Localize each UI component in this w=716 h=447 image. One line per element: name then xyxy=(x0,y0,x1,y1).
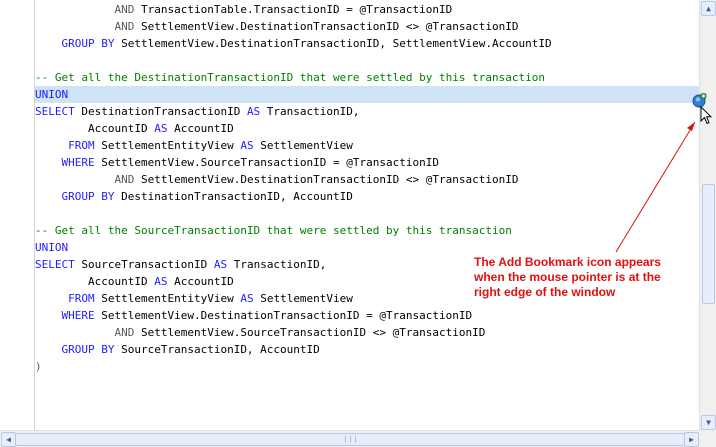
code-token: DestinationTransactionID, AccountID xyxy=(114,190,353,203)
code-line[interactable]: GROUP BY DestinationTransactionID, Accou… xyxy=(35,188,700,205)
code-token: ) xyxy=(35,360,42,373)
code-token: AS xyxy=(246,105,261,118)
code-editor[interactable]: AND TransactionTable.TransactionID = @Tr… xyxy=(0,0,716,447)
code-line[interactable]: AccountID AS AccountID xyxy=(35,120,700,137)
mouse-pointer-icon xyxy=(700,106,712,125)
horizontal-scrollbar[interactable]: ◀ ||| ▶ xyxy=(0,430,700,447)
scroll-down-button[interactable]: ▼ xyxy=(701,415,716,430)
code-token: SettlementView xyxy=(253,139,353,152)
code-token: GROUP BY xyxy=(61,37,115,50)
code-token: SettlementEntityView xyxy=(94,292,241,305)
code-line[interactable]: UNION xyxy=(35,239,700,256)
code-token: SELECT xyxy=(35,258,75,271)
code-token: SettlementView.SourceTransactionID <> @T… xyxy=(134,326,486,339)
code-token: FROM xyxy=(68,139,95,152)
code-token: AS xyxy=(240,292,254,305)
code-token: SettlementView.DestinationTransactionID … xyxy=(134,173,519,186)
code-line[interactable]: AND SettlementView.SourceTransactionID <… xyxy=(35,324,700,341)
code-line[interactable]: AND TransactionTable.TransactionID = @Tr… xyxy=(35,1,700,18)
code-token: UNION xyxy=(35,241,69,254)
code-token: UNION xyxy=(35,88,69,101)
code-line[interactable]: WHERE SettlementView.DestinationTransact… xyxy=(35,307,700,324)
code-token: SettlementEntityView xyxy=(94,139,241,152)
callout-line-2: when the mouse pointer is at the xyxy=(474,270,661,284)
code-line[interactable]: FROM SettlementEntityView AS SettlementV… xyxy=(35,137,700,154)
code-line[interactable]: AND SettlementView.DestinationTransactio… xyxy=(35,171,700,188)
code-line[interactable]: AND SettlementView.DestinationTransactio… xyxy=(35,18,700,35)
code-token: SELECT xyxy=(35,105,75,118)
code-token: SettlementView.DestinationTransactionID … xyxy=(94,309,473,322)
code-token: AS xyxy=(154,275,168,288)
code-token: AND xyxy=(114,20,135,33)
code-token: DestinationTransactionID xyxy=(74,105,247,118)
code-line[interactable]: UNION xyxy=(35,86,700,103)
code-token: AND xyxy=(114,173,135,186)
horizontal-scroll-thumb[interactable]: ||| xyxy=(15,433,687,446)
code-token: TransactionID, xyxy=(260,105,360,118)
code-token: AccountID xyxy=(167,122,234,135)
vertical-scroll-thumb[interactable] xyxy=(702,184,715,304)
code-token: GROUP BY xyxy=(61,343,115,356)
vertical-scrollbar[interactable]: ▲ ▼ xyxy=(699,0,716,431)
code-token: -- Get all the SourceTransactionID that … xyxy=(35,224,512,237)
code-line[interactable]: GROUP BY SettlementView.DestinationTrans… xyxy=(35,35,700,52)
code-line[interactable]: -- Get all the SourceTransactionID that … xyxy=(35,222,700,239)
code-line[interactable]: GROUP BY SourceTransactionID, AccountID xyxy=(35,341,700,358)
code-token: AND xyxy=(114,326,135,339)
code-token: FROM xyxy=(68,292,95,305)
code-token: SourceTransactionID, AccountID xyxy=(114,343,320,356)
annotation-callout: The Add Bookmark icon appears when the m… xyxy=(474,255,694,300)
code-token: AS xyxy=(213,258,228,271)
code-token: -- Get all the DestinationTransactionID … xyxy=(35,71,545,84)
code-token: AccountID xyxy=(167,275,234,288)
code-token: SettlementView.DestinationTransactionID … xyxy=(134,20,519,33)
callout-line-3: right edge of the window xyxy=(474,285,616,299)
code-token: TransactionID, xyxy=(227,258,327,271)
code-line[interactable]: WHERE SettlementView.SourceTransactionID… xyxy=(35,154,700,171)
code-line[interactable] xyxy=(35,205,700,222)
code-line[interactable] xyxy=(35,52,700,69)
code-area[interactable]: AND TransactionTable.TransactionID = @Tr… xyxy=(35,0,700,431)
callout-line-1: The Add Bookmark icon appears xyxy=(474,255,661,269)
code-token: SettlementView xyxy=(253,292,353,305)
code-token: TransactionTable.TransactionID = @Transa… xyxy=(134,3,453,16)
scroll-up-button[interactable]: ▲ xyxy=(701,1,716,16)
code-token: AS xyxy=(154,122,168,135)
code-token: AccountID xyxy=(87,122,155,135)
scroll-right-button[interactable]: ▶ xyxy=(684,432,699,447)
scroll-left-button[interactable]: ◀ xyxy=(1,432,16,447)
code-line[interactable]: SELECT DestinationTransactionID AS Trans… xyxy=(35,103,700,120)
scroll-grip-icon: ||| xyxy=(343,435,359,443)
code-token: WHERE xyxy=(61,156,95,169)
code-token: SettlementView.SourceTransactionID = @Tr… xyxy=(94,156,439,169)
code-line[interactable]: -- Get all the DestinationTransactionID … xyxy=(35,69,700,86)
code-token: AND xyxy=(114,3,135,16)
code-token: SettlementView.DestinationTransactionID,… xyxy=(114,37,552,50)
code-token: AccountID xyxy=(87,275,155,288)
code-token: GROUP BY xyxy=(61,190,115,203)
code-line[interactable]: ) xyxy=(35,358,700,375)
code-token: WHERE xyxy=(61,309,95,322)
code-token: SourceTransactionID xyxy=(74,258,214,271)
code-token: AS xyxy=(240,139,254,152)
scroll-corner xyxy=(700,431,716,447)
editor-gutter xyxy=(0,0,35,431)
